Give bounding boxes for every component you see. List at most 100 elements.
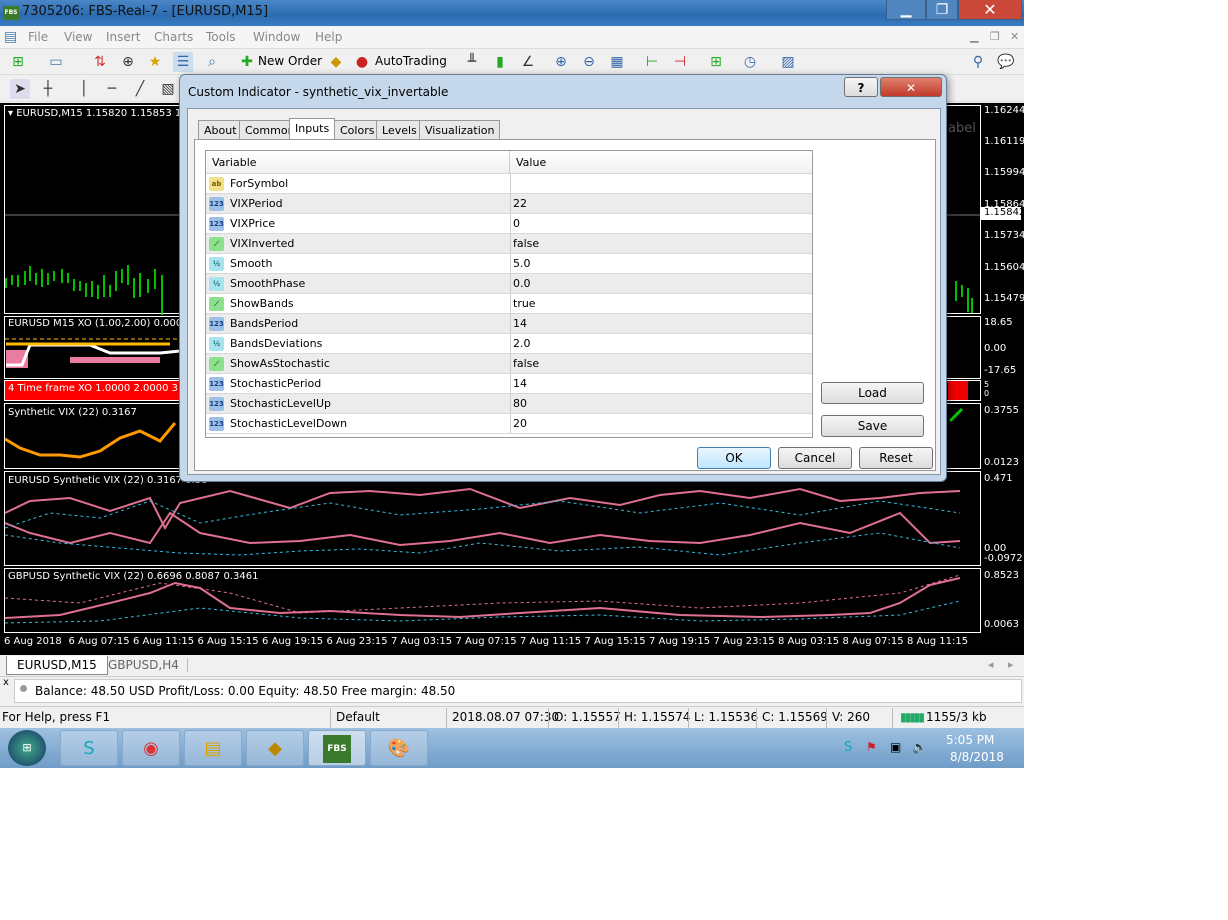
indicators-icon[interactable]: ⊞ <box>706 52 726 72</box>
reset-button[interactable]: Reset <box>859 447 933 469</box>
crosshair-icon[interactable]: ⊕ <box>118 52 138 72</box>
variable-value[interactable]: 80 <box>510 394 812 413</box>
autotrading-icon[interactable]: ● <box>352 52 372 72</box>
metaeditor-icon[interactable]: ◆ <box>326 52 346 72</box>
market-watch-icon[interactable]: ⇅ <box>90 52 110 72</box>
mdi-restore-button[interactable]: ❐ <box>990 30 1000 43</box>
minimize-button[interactable]: ▁ <box>886 0 926 20</box>
tab-about[interactable]: About <box>198 120 243 140</box>
variable-value[interactable]: 0.0 <box>510 274 812 293</box>
terminal-close-button[interactable]: x <box>3 677 9 688</box>
fbs-taskbar-button[interactable]: FBS <box>308 730 366 766</box>
variable-value[interactable]: 14 <box>510 374 812 393</box>
zoom-out-icon[interactable]: ⊖ <box>579 52 599 72</box>
cancel-button[interactable]: Cancel <box>778 447 852 469</box>
vertical-line-icon[interactable]: │ <box>74 79 94 99</box>
skype-taskbar-icon[interactable]: S <box>60 730 118 766</box>
horizontal-line-icon[interactable]: ─ <box>102 79 122 99</box>
chrome-taskbar-icon[interactable]: ◉ <box>122 730 180 766</box>
variable-value[interactable]: false <box>510 354 812 373</box>
input-row-showasstochastic[interactable]: ⟋ ShowAsStochastic false <box>206 354 812 374</box>
variable-value[interactable]: 22 <box>510 194 812 213</box>
input-row-bandsperiod[interactable]: 123 BandsPeriod 14 <box>206 314 812 334</box>
maximize-button[interactable]: ❐ <box>926 0 958 20</box>
autoscroll-icon[interactable]: ⊣ <box>670 52 690 72</box>
tile-windows-icon[interactable]: ▦ <box>607 52 627 72</box>
column-variable[interactable]: Variable <box>212 156 257 169</box>
strategy-tester-icon[interactable]: ⌕ <box>202 52 222 72</box>
input-row-stochasticperiod[interactable]: 123 StochasticPeriod 14 <box>206 374 812 394</box>
app-taskbar-icon[interactable]: ◆ <box>246 730 304 766</box>
crosshair-tool-icon[interactable]: ┼ <box>38 79 58 99</box>
paint-taskbar-icon[interactable]: 🎨 <box>370 730 428 766</box>
templates-icon[interactable]: ▨ <box>778 52 798 72</box>
tab-visualization[interactable]: Visualization <box>419 120 501 140</box>
chart-shift-icon[interactable]: ⊢ <box>642 52 662 72</box>
fibo-icon[interactable]: ▧ <box>158 79 178 99</box>
cursor-icon[interactable]: ➤ <box>10 79 30 99</box>
bar-chart-icon[interactable]: ╨ <box>462 52 482 72</box>
dialog-close-button[interactable]: ✕ <box>880 77 942 97</box>
network-icon[interactable]: ▣ <box>890 740 901 754</box>
mdi-close-button[interactable]: ✕ <box>1010 30 1019 43</box>
ok-button[interactable]: OK <box>697 447 771 469</box>
input-row-bandsdeviations[interactable]: ½ BandsDeviations 2.0 <box>206 334 812 354</box>
variable-value[interactable]: 0 <box>510 214 812 233</box>
menu-help[interactable]: Help <box>315 30 342 44</box>
chat-icon[interactable]: 💬 <box>996 52 1016 72</box>
load-button[interactable]: Load <box>821 382 924 404</box>
app-menu-icon[interactable]: ▤ <box>4 29 17 45</box>
menu-charts[interactable]: Charts <box>154 30 193 44</box>
clock-date[interactable]: 8/8/2018 <box>950 750 1004 764</box>
new-order-icon[interactable]: ✚ <box>237 52 257 72</box>
tab-inputs[interactable]: Inputs <box>289 118 336 141</box>
variable-value[interactable]: true <box>510 294 812 313</box>
variable-value[interactable]: 14 <box>510 314 812 333</box>
zoom-in-icon[interactable]: ⊕ <box>551 52 571 72</box>
menu-view[interactable]: View <box>64 30 92 44</box>
chart-tab-gbpusd[interactable]: GBPUSD,H4 <box>100 658 188 672</box>
input-row-stochasticleveldown[interactable]: 123 StochasticLevelDown 20 <box>206 414 812 434</box>
chart-tab-eurusd[interactable]: EURUSD,M15 <box>6 656 108 675</box>
variable-value[interactable]: 20 <box>510 414 812 433</box>
column-value[interactable]: Value <box>509 151 552 174</box>
navigator-icon[interactable]: ★ <box>145 52 165 72</box>
close-button[interactable]: ✕ <box>958 0 1022 20</box>
tab-levels[interactable]: Levels <box>376 120 423 140</box>
menu-tools[interactable]: Tools <box>206 30 236 44</box>
menu-insert[interactable]: Insert <box>106 30 140 44</box>
input-row-smoothphase[interactable]: ½ SmoothPhase 0.0 <box>206 274 812 294</box>
tab-colors[interactable]: Colors <box>334 120 381 140</box>
tab-scroll-left-icon[interactable]: ◂ <box>988 658 994 671</box>
volume-icon[interactable]: 🔈 <box>912 740 927 754</box>
explorer-taskbar-icon[interactable]: ▤ <box>184 730 242 766</box>
line-chart-icon[interactable]: ∠ <box>518 52 538 72</box>
trendline-icon[interactable]: ╱ <box>130 79 150 99</box>
clock-time[interactable]: 5:05 PM <box>946 733 994 747</box>
profiles-icon[interactable]: ▭ <box>46 52 66 72</box>
new-order-button[interactable]: New Order <box>258 54 322 68</box>
input-row-forsymbol[interactable]: ab ForSymbol <box>206 174 812 194</box>
mdi-minimize-button[interactable]: ▁ <box>970 30 978 43</box>
autotrading-button[interactable]: AutoTrading <box>375 54 447 68</box>
variable-value[interactable]: 2.0 <box>510 334 812 353</box>
input-row-vixinverted[interactable]: ⟋ VIXInverted false <box>206 234 812 254</box>
search-icon[interactable]: ⚲ <box>968 52 988 72</box>
help-button[interactable]: ? <box>844 77 878 97</box>
tab-scroll-right-icon[interactable]: ▸ <box>1008 658 1014 671</box>
terminal-icon[interactable]: ☰ <box>173 52 193 72</box>
variable-value[interactable]: false <box>510 234 812 253</box>
periods-icon[interactable]: ◷ <box>740 52 760 72</box>
input-row-vixperiod[interactable]: 123 VIXPeriod 22 <box>206 194 812 214</box>
variable-value[interactable]: 5.0 <box>510 254 812 273</box>
input-row-smooth[interactable]: ½ Smooth 5.0 <box>206 254 812 274</box>
action-center-icon[interactable]: ⚑ <box>866 740 877 754</box>
input-row-stochasticlevelup[interactable]: 123 StochasticLevelUp 80 <box>206 394 812 414</box>
menu-window[interactable]: Window <box>253 30 300 44</box>
menu-file[interactable]: File <box>28 30 48 44</box>
candle-chart-icon[interactable]: ▮ <box>490 52 510 72</box>
new-chart-icon[interactable]: ⊞ <box>8 52 28 72</box>
skype-tray-icon[interactable]: S <box>844 740 852 755</box>
input-row-showbands[interactable]: ⟋ ShowBands true <box>206 294 812 314</box>
save-button[interactable]: Save <box>821 415 924 437</box>
